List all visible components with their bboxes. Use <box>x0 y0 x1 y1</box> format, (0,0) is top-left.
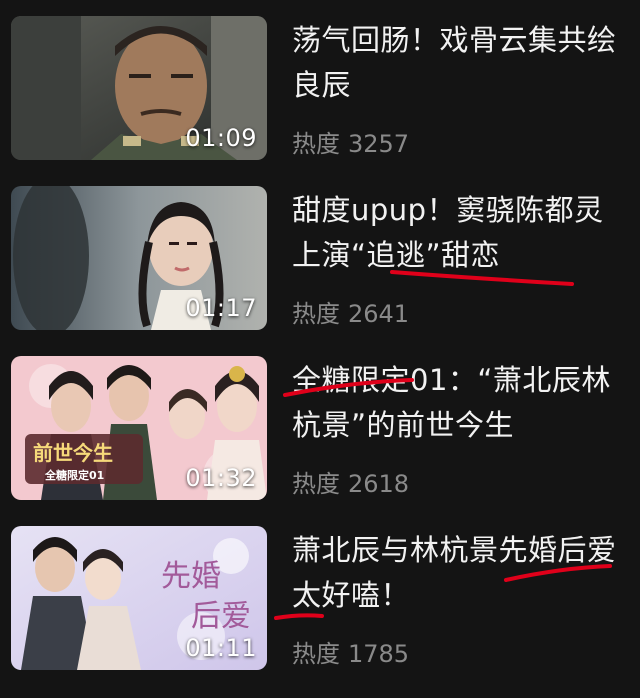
video-duration: 01:11 <box>185 634 257 662</box>
video-title[interactable]: 萧北辰与林杭景先婚后爱太好嗑！ <box>292 528 632 618</box>
video-list: 01:09 荡气回肠！戏骨云集共绘良辰 热度 3257 01:17 甜度upup… <box>0 0 640 690</box>
heat-value: 2618 <box>348 470 410 498</box>
heat-value: 2641 <box>348 300 410 328</box>
video-thumbnail[interactable]: 01:17 <box>11 186 267 330</box>
video-thumbnail[interactable]: 前世今生 全糖限定01 01:32 <box>11 356 267 500</box>
video-duration: 01:17 <box>185 294 257 322</box>
heat-label: 热度 <box>292 130 340 158</box>
video-item[interactable]: 01:09 荡气回肠！戏骨云集共绘良辰 热度 3257 <box>0 16 640 188</box>
video-duration: 01:09 <box>185 124 257 152</box>
heat-value: 3257 <box>348 130 410 158</box>
heat-indicator: 热度 3257 <box>292 124 409 159</box>
video-item[interactable]: 01:17 甜度upup！窦骁陈都灵上演“追逃”甜恋 热度 2641 <box>0 186 640 358</box>
video-item[interactable]: 前世今生 全糖限定01 01:32 全糖限定01：“萧北辰林杭景”的前世今生 热… <box>0 356 640 528</box>
heat-indicator: 热度 2641 <box>292 294 409 329</box>
heat-indicator: 热度 2618 <box>292 464 409 499</box>
heat-label: 热度 <box>292 300 340 328</box>
heat-label: 热度 <box>292 470 340 498</box>
video-thumbnail[interactable]: 01:09 <box>11 16 267 160</box>
video-title[interactable]: 全糖限定01：“萧北辰林杭景”的前世今生 <box>292 358 632 448</box>
heat-label: 热度 <box>292 640 340 668</box>
heat-value: 1785 <box>348 640 410 668</box>
thumbnail-caption: 先婚 <box>161 559 221 594</box>
thumbnail-caption: 后爱 <box>191 599 251 634</box>
video-title[interactable]: 荡气回肠！戏骨云集共绘良辰 <box>292 18 632 108</box>
video-title[interactable]: 甜度upup！窦骁陈都灵上演“追逃”甜恋 <box>292 188 632 278</box>
thumbnail-caption: 全糖限定01 <box>44 468 104 482</box>
video-item[interactable]: 先婚 后爱 01:11 萧北辰与林杭景先婚后爱太好嗑！ 热度 1785 <box>0 526 640 698</box>
heat-indicator: 热度 1785 <box>292 634 409 669</box>
video-duration: 01:32 <box>185 464 257 492</box>
video-thumbnail[interactable]: 先婚 后爱 01:11 <box>11 526 267 670</box>
thumbnail-caption: 前世今生 <box>33 441 113 465</box>
